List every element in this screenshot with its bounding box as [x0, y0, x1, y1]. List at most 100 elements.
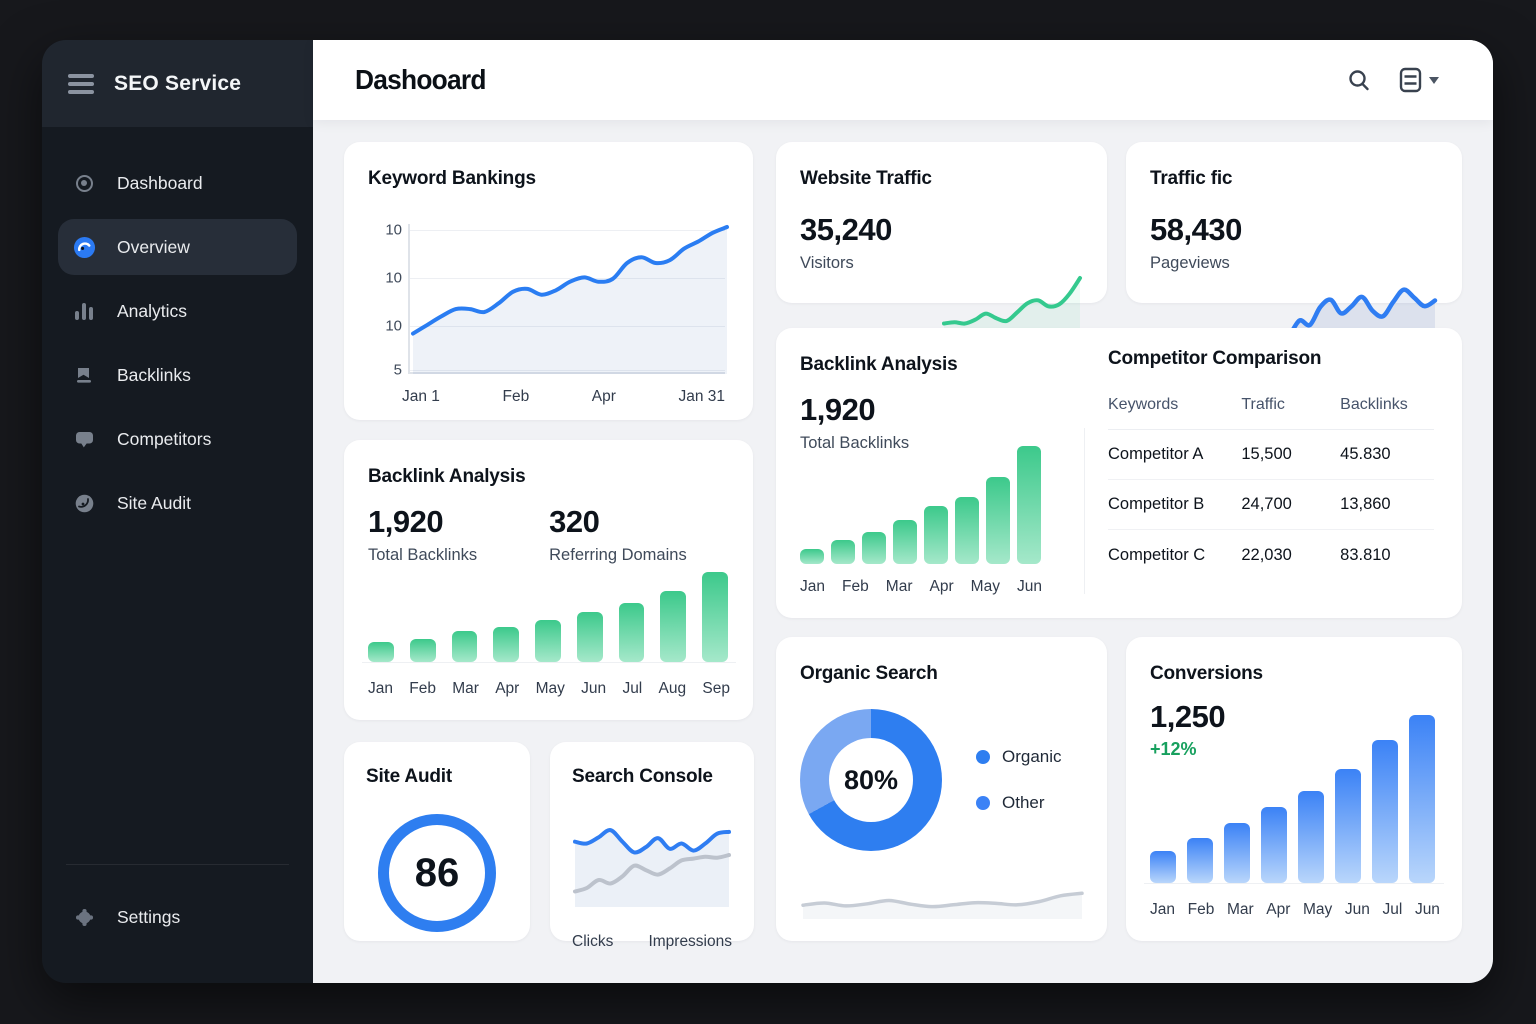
- col-backlinks: Backlinks: [1340, 396, 1434, 414]
- card-keyword-rankings: Keyword Bankings 10 10 10 5 Jan 1FebAprJ…: [344, 142, 753, 420]
- topbar-actions: [1347, 67, 1439, 93]
- table-row[interactable]: Competitor B 24,700 13,860: [1108, 480, 1434, 530]
- screenshot-canvas: SEO Service Dashboard Overview Analytics: [0, 0, 1536, 1024]
- sidebar-item-site-audit[interactable]: Site Audit: [58, 475, 297, 531]
- col-keywords: Keywords: [1108, 396, 1241, 414]
- card-backlinks-competitors: Backlink Analysis 1,920 Total Backlinks …: [776, 328, 1462, 618]
- axis-line: [362, 662, 736, 663]
- search-console-chart: [572, 812, 732, 907]
- sidebar-item-competitors[interactable]: Competitors: [58, 411, 297, 467]
- sidebar-footer: Settings: [42, 864, 313, 983]
- y-tick: 10: [372, 222, 402, 239]
- pageviews-label: Pageviews: [1150, 254, 1308, 273]
- competitor-name: Competitor A: [1108, 445, 1241, 464]
- view-switcher-button[interactable]: [1399, 67, 1439, 93]
- bar-chart-labels: JanFebMarAprMayJun: [800, 578, 1042, 596]
- site-audit-score: 86: [415, 851, 460, 896]
- backlinks-bar-chart: [800, 446, 1042, 564]
- competitor-backlinks: 83.810: [1340, 546, 1434, 565]
- referring-domains-value: 320: [549, 504, 687, 540]
- card-title: Site Audit: [366, 766, 508, 788]
- visitors-value: 35,240: [800, 212, 956, 248]
- card-title: Traffic fic: [1150, 168, 1308, 190]
- competitor-traffic: 24,700: [1241, 495, 1340, 514]
- sidebar-item-label: Overview: [117, 237, 190, 258]
- organic-search-donut: 80%: [800, 709, 942, 851]
- card-title: Conversions: [1150, 663, 1438, 685]
- card-backlink-analysis: Backlink Analysis 1,920 Total Backlinks …: [344, 440, 753, 720]
- visitors-label: Visitors: [800, 254, 956, 273]
- search-icon: [1347, 68, 1371, 92]
- sidebar-item-label: Settings: [117, 907, 180, 928]
- hamburger-menu-icon[interactable]: [68, 74, 94, 94]
- sidebar-divider: [66, 864, 289, 865]
- sidebar-item-label: Analytics: [117, 301, 187, 322]
- competitor-backlinks: 13,860: [1340, 495, 1434, 514]
- sidebar: SEO Service Dashboard Overview Analytics: [42, 40, 313, 983]
- card-conversions: Conversions 1,250 +12% JanFebMarAprMayJu…: [1126, 637, 1462, 941]
- x-axis-labels: Jan 1FebAprJan 31: [402, 388, 725, 406]
- card-title: Website Traffic: [800, 168, 956, 190]
- sidebar-item-label: Competitors: [117, 429, 211, 450]
- sidebar-item-settings[interactable]: Settings: [58, 889, 297, 945]
- target-icon: [72, 171, 96, 195]
- sidebar-item-dashboard[interactable]: Dashboard: [58, 155, 297, 211]
- table-header-row: Keywords Traffic Backlinks: [1108, 380, 1434, 430]
- donut-center-label: 80%: [800, 709, 942, 851]
- dashboard-content: Keyword Bankings 10 10 10 5 Jan 1FebAprJ…: [313, 120, 1493, 983]
- bookmark-icon: [72, 363, 96, 387]
- topbar: Dashooard: [313, 40, 1493, 120]
- referring-domains-label: Referring Domains: [549, 546, 687, 565]
- impressions-line: [572, 812, 732, 907]
- chevron-down-icon: [1429, 77, 1439, 84]
- sidebar-item-label: Site Audit: [117, 493, 191, 514]
- sidebar-item-label: Dashboard: [117, 173, 203, 194]
- competitor-backlinks: 45.830: [1340, 445, 1434, 464]
- keyword-rankings-chart: 10 10 10 5: [408, 224, 725, 374]
- gear-icon: [72, 905, 96, 929]
- sidebar-item-analytics[interactable]: Analytics: [58, 283, 297, 339]
- table-row[interactable]: Competitor C 22,030 83.810: [1108, 530, 1434, 580]
- search-console-legend: ClicksImpressions: [572, 933, 732, 951]
- bar-chart-labels: JanFebMarAprMayJunJulAugSep: [368, 680, 730, 698]
- axis-line: [1144, 883, 1444, 884]
- competitor-comparison: Competitor Comparison Keywords Traffic B…: [1108, 348, 1434, 580]
- competitor-name: Competitor C: [1108, 546, 1241, 565]
- site-audit-gauge: 86: [378, 814, 496, 932]
- y-tick: 10: [372, 270, 402, 287]
- y-tick: 5: [372, 362, 402, 379]
- card-title: Keyword Bankings: [368, 168, 729, 190]
- app-window: SEO Service Dashboard Overview Analytics: [42, 40, 1493, 983]
- donut-legend: Organic Other: [976, 747, 1062, 813]
- bar-chart-icon: [72, 299, 96, 323]
- legend-item-other: Other: [976, 793, 1062, 813]
- search-button[interactable]: [1347, 68, 1371, 92]
- legend-dot: [976, 796, 990, 810]
- legend-label: Organic: [1002, 747, 1062, 767]
- card-organic-search: Organic Search 80% Organic: [776, 637, 1107, 941]
- card-title: Search Console: [572, 766, 732, 788]
- page-title: Dashooard: [355, 64, 486, 96]
- section-divider: [1084, 428, 1085, 594]
- chat-bubble-icon: [72, 427, 96, 451]
- bar-chart-labels: JanFebMarAprMayJunJulJun: [1150, 901, 1440, 919]
- sidebar-header: SEO Service: [42, 40, 313, 127]
- sidebar-item-overview[interactable]: Overview: [58, 219, 297, 275]
- legend-label: Other: [1002, 793, 1045, 813]
- card-title: Backlink Analysis: [368, 466, 729, 488]
- sidebar-item-backlinks[interactable]: Backlinks: [58, 347, 297, 403]
- line-series: [410, 224, 730, 374]
- total-backlinks-value: 1,920: [368, 504, 477, 540]
- backlinks-bar-chart: [368, 572, 728, 662]
- globe-icon: [72, 491, 96, 515]
- legend-dot: [976, 750, 990, 764]
- col-traffic: Traffic: [1241, 396, 1340, 414]
- table-row[interactable]: Competitor A 15,500 45.830: [1108, 430, 1434, 480]
- legend-item-organic: Organic: [976, 747, 1062, 767]
- card-title: Competitor Comparison: [1108, 348, 1434, 370]
- card-traffic-fic: Traffic fic 58,430 Pageviews: [1126, 142, 1462, 303]
- y-tick: 10: [372, 318, 402, 335]
- speedometer-icon: [72, 235, 96, 259]
- card-search-console: Search Console ClicksImpressions: [550, 742, 754, 941]
- main-area: Dashooard Keyword Bankings: [313, 40, 1493, 983]
